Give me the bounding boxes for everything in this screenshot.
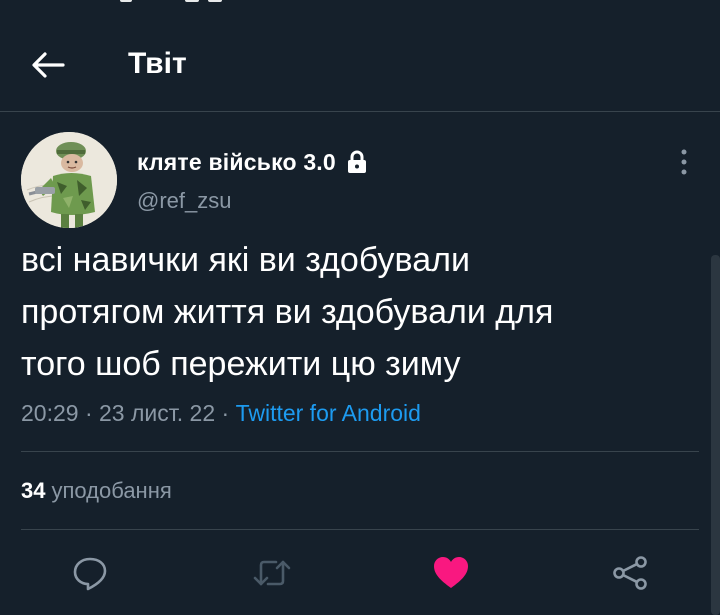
likes-label: уподобання	[51, 478, 172, 503]
page-title: Твіт	[128, 47, 187, 80]
tweet-date: 23 лист. 22	[99, 400, 216, 426]
more-options-button[interactable]	[668, 144, 700, 180]
arrow-left-icon	[32, 52, 65, 78]
likes-count: 34	[21, 478, 46, 503]
retweet-icon	[253, 560, 291, 586]
tweet-text: всі навички які ви здобували протягом жи…	[21, 241, 554, 383]
author-handle[interactable]: @ref_zsu	[137, 188, 231, 214]
reply-button[interactable]	[67, 550, 113, 596]
tweet-time: 20:29	[21, 400, 79, 426]
heart-filled-icon	[434, 557, 468, 588]
tweet-meta: 20:29 · 23 лист. 22 · Twitter for Androi…	[21, 395, 421, 431]
author-name: кляте військо 3.0	[137, 148, 336, 175]
author-name-link[interactable]: кляте військо 3.0	[137, 144, 368, 180]
tweet-source-link[interactable]: Twitter for Android	[236, 400, 421, 426]
scrollbar[interactable]	[711, 255, 720, 615]
divider	[21, 451, 699, 452]
meta-separator: ·	[84, 400, 93, 426]
likes-stat[interactable]: 34 уподобання	[21, 473, 172, 509]
meta-separator: ·	[221, 400, 230, 426]
reply-icon	[73, 557, 107, 591]
share-icon	[613, 556, 647, 590]
share-button[interactable]	[607, 550, 653, 596]
divider	[21, 529, 699, 530]
back-button[interactable]	[26, 45, 70, 85]
like-button[interactable]	[428, 550, 474, 596]
avatar[interactable]	[21, 132, 117, 228]
top-app-bar: Твіт	[0, 0, 720, 112]
more-vertical-icon	[681, 149, 687, 175]
lock-icon	[346, 150, 368, 174]
retweet-button[interactable]	[249, 550, 295, 596]
